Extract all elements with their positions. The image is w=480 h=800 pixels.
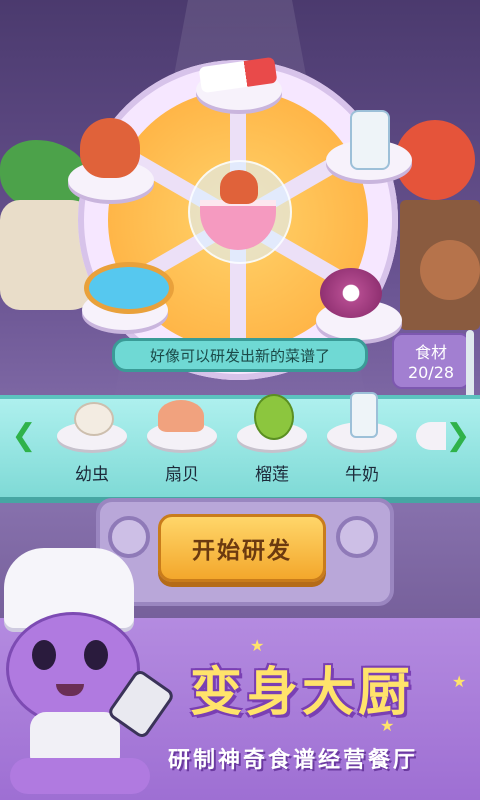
- milk-bottle-icon: [350, 110, 390, 170]
- shelf-left-arrow[interactable]: ❮: [10, 418, 38, 453]
- ingredient-label: 牛奶: [345, 465, 379, 485]
- ingredient-item-larva[interactable]: 幼虫: [52, 400, 132, 485]
- ingredient-label: 榴莲: [255, 465, 289, 485]
- machine-knob-left: [108, 516, 150, 558]
- mushroom-decoration: [420, 240, 480, 300]
- ingredient-item-milk[interactable]: 牛奶: [322, 392, 402, 485]
- shelf-right-arrow[interactable]: ❯: [444, 418, 472, 453]
- scallop-icon: [158, 400, 204, 432]
- larva-icon: [74, 402, 114, 436]
- ingredient-label: 幼虫: [75, 465, 109, 485]
- ingredient-dish-partial: [416, 422, 446, 450]
- durian-icon: [254, 394, 294, 440]
- ingredient-counter: 食材 20/28: [392, 333, 470, 389]
- hint-message: 好像可以研发出新的菜谱了: [112, 338, 368, 372]
- chef-eye-left: [32, 640, 56, 670]
- machine-knob-right: [336, 516, 378, 558]
- onion-icon: [320, 268, 382, 318]
- chef-eye-right: [84, 640, 108, 670]
- octopus-in-bowl: [220, 170, 258, 204]
- counter-label: 食材: [414, 343, 447, 362]
- start-research-button[interactable]: 开始研发: [158, 514, 326, 582]
- banner-title: 变身大厨: [190, 663, 415, 723]
- star-icon: ★: [452, 672, 467, 691]
- water-bowl-icon: [84, 262, 174, 314]
- ingredient-label: 扇贝: [165, 465, 199, 485]
- counter-value: 20/28: [407, 363, 455, 382]
- octopus-icon: [80, 118, 140, 178]
- banner-subtitle: 研制神奇食谱经营餐厅: [168, 748, 419, 773]
- ingredient-item-scallop[interactable]: 扇贝: [142, 400, 222, 485]
- chef-tentacles: [10, 758, 150, 794]
- ingredient-item-durian[interactable]: 榴莲: [232, 394, 312, 485]
- milk-icon: [350, 392, 378, 438]
